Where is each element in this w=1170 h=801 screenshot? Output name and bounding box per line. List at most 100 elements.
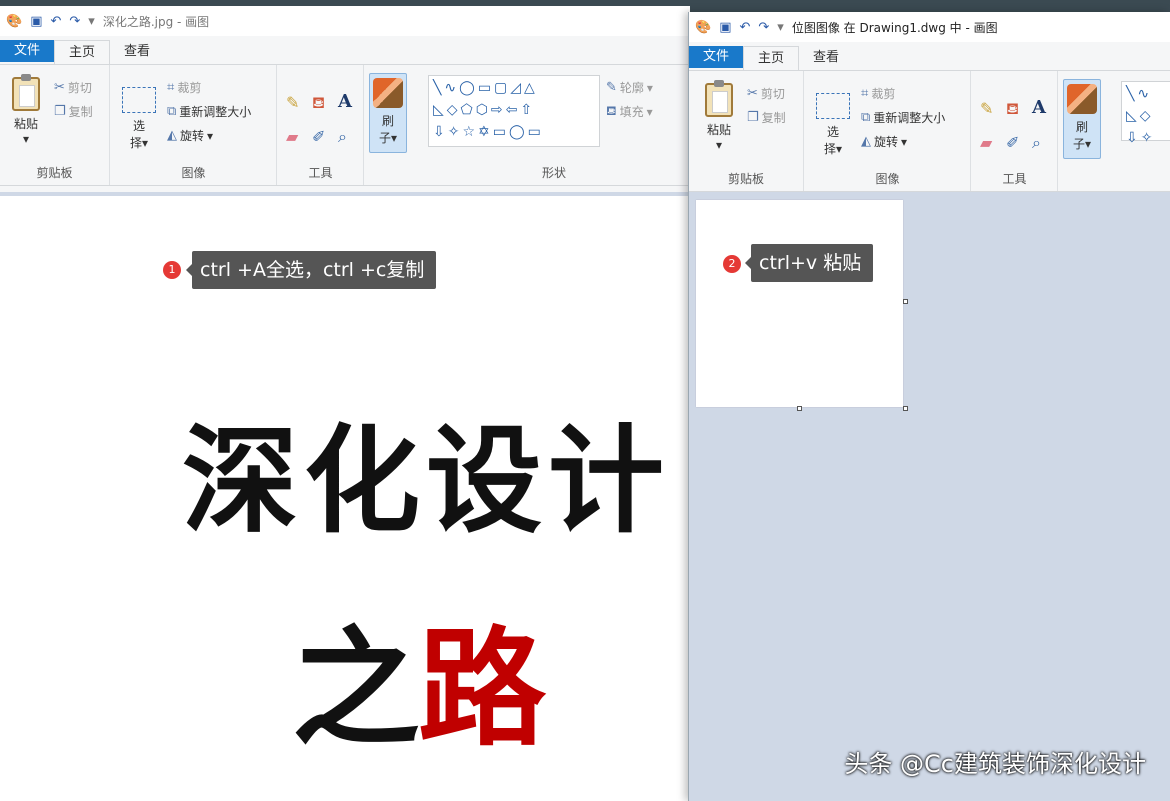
rotate-icon: ◭ — [167, 128, 177, 143]
select-icon — [816, 93, 850, 119]
customize-quick-access-icon[interactable]: ▾ — [777, 21, 784, 34]
redo-icon[interactable]: ↷ — [69, 15, 80, 28]
resize-icon: ⧉ — [167, 104, 177, 119]
crop-button[interactable]: ⌗ 裁剪 — [861, 85, 895, 102]
brush-icon — [1067, 84, 1097, 114]
brush-button[interactable]: 刷子▾ — [369, 73, 407, 153]
select-icon — [122, 87, 156, 113]
crop-button[interactable]: ⌗ 裁剪 — [167, 79, 201, 96]
rotate-button[interactable]: ◭ 旋转 ▾ — [861, 133, 907, 150]
pencil-icon[interactable]: ✎ — [980, 99, 993, 118]
magnifier-icon[interactable]: ⌕ — [338, 127, 347, 147]
brush-button[interactable]: 刷子▾ — [1063, 79, 1101, 159]
tab-file[interactable]: 文件 — [0, 40, 55, 62]
customize-quick-access-icon[interactable]: ▾ — [88, 15, 95, 28]
canvas-area: 2 ctrl+v 粘贴 — [689, 192, 1170, 801]
redo-icon[interactable]: ↷ — [758, 21, 769, 34]
fill-button[interactable]: ⛾ 填充 ▾ — [606, 103, 653, 120]
crop-icon: ⌗ — [167, 80, 175, 95]
resize-button[interactable]: ⧉ 重新调整大小 — [167, 103, 251, 120]
paste-button[interactable]: 粘贴 ▾ — [701, 80, 737, 152]
tab-view[interactable]: 查看 — [110, 40, 164, 64]
outline-button[interactable]: ✎ 轮廓 ▾ — [606, 79, 653, 96]
tab-view[interactable]: 查看 — [799, 46, 853, 70]
brush-label-bottom: 子 — [378, 131, 391, 145]
clipboard-group: 粘贴 ▾ ✂ 剪切 ❐ 复制 剪贴板 — [0, 65, 110, 185]
dropdown-arrow-icon: ▾ — [207, 128, 214, 143]
paint-window-target: 🎨 ▣ ↶ ↷ ▾ 位图图像 在 Drawing1.dwg 中 - 画图 文件 … — [688, 12, 1170, 801]
dropdown-arrow-icon: ▾ — [390, 131, 398, 145]
rotate-button[interactable]: ◭ 旋转 ▾ — [167, 127, 213, 144]
brush-group: 刷子▾ — [365, 65, 423, 185]
image-group-label: 图像 — [181, 166, 206, 180]
select-label-bottom: 择 — [823, 142, 836, 156]
eraser-icon[interactable]: ▰ — [980, 133, 992, 152]
copy-label: 复制 — [68, 105, 93, 119]
eraser-icon[interactable]: ▰ — [286, 127, 298, 146]
ribbon-tabs: 文件 主页 查看 — [0, 38, 690, 64]
image-group: 选择▾ ⌗ 裁剪 ⧉ 重新调整大小 ◭ 旋转 ▾ 图像 — [805, 71, 971, 191]
fill-bucket-icon[interactable]: ⛾ — [312, 93, 325, 114]
tab-home[interactable]: 主页 — [54, 40, 111, 64]
paint-app-icon[interactable]: 🎨 — [695, 21, 711, 34]
image-group-label: 图像 — [875, 172, 900, 186]
save-icon[interactable]: ▣ — [719, 21, 731, 34]
resize-handle-corner[interactable] — [903, 406, 908, 411]
resize-handle-right[interactable] — [903, 299, 908, 304]
dropdown-arrow-icon: ▾ — [646, 80, 653, 95]
tab-file[interactable]: 文件 — [689, 46, 744, 68]
tab-home[interactable]: 主页 — [743, 46, 800, 70]
shapes-gallery[interactable]: ╲∿◯▭▢◿△ ◺◇⬠⬡⇨⇦⇧ ⇩✧☆✡▭◯▭ — [428, 75, 600, 147]
canvas[interactable]: 深化设计 之 路 1 ctrl +A全选，ctrl +c复制 — [0, 192, 690, 801]
cut-button[interactable]: ✂ 剪切 — [54, 79, 92, 96]
dropdown-arrow-icon: ▾ — [835, 142, 843, 156]
shapes-gallery[interactable]: ╲∿ ◺◇ ⇩✧ — [1121, 81, 1170, 146]
pencil-icon[interactable]: ✎ — [286, 93, 299, 112]
select-button[interactable]: 选择▾ — [815, 93, 851, 157]
shapes-group-label: 形状 — [541, 166, 566, 180]
canvas-text-zhi: 之 — [292, 615, 421, 764]
text-tool-icon[interactable]: A — [338, 91, 352, 112]
resize-handle-bottom[interactable] — [797, 406, 802, 411]
copy-label: 复制 — [761, 111, 786, 125]
tools-group-label: 工具 — [308, 166, 333, 180]
brush-group: 刷子▾ — [1059, 71, 1117, 191]
copy-button[interactable]: ❐ 复制 — [747, 109, 786, 126]
brush-label-bottom: 子 — [1072, 137, 1085, 151]
fill-bucket-icon[interactable]: ⛾ — [1006, 99, 1019, 120]
clipboard-group-label: 剪贴板 — [36, 166, 73, 180]
paste-button[interactable]: 粘贴 ▾ — [8, 74, 44, 146]
shapes-row-2-icons: ◺◇⬠⬡⇨⇦⇧ — [433, 102, 536, 118]
shapes-row-2-icons: ◺◇ — [1126, 108, 1154, 124]
select-button[interactable]: 选择▾ — [121, 87, 157, 151]
canvas[interactable] — [696, 200, 903, 407]
undo-icon[interactable]: ↶ — [50, 15, 61, 28]
paint-window-source: 🎨 ▣ ↶ ↷ ▾ 深化之路.jpg - 画图 文件 主页 查看 粘贴 ▾ ✂ 剪切… — [0, 6, 690, 801]
fill-icon: ⛾ — [606, 104, 617, 119]
magnifier-icon[interactable]: ⌕ — [1032, 133, 1041, 153]
text-tool-icon[interactable]: A — [1032, 97, 1046, 118]
crop-label: 裁剪 — [871, 87, 896, 101]
color-picker-icon[interactable]: ✐ — [312, 127, 325, 146]
paint-app-icon[interactable]: 🎨 — [6, 15, 22, 28]
copy-button[interactable]: ❐ 复制 — [54, 103, 93, 120]
step-badge-2: 2 — [723, 255, 741, 273]
dropdown-arrow-icon: ▾ — [22, 132, 30, 146]
dropdown-arrow-icon: ▾ — [646, 104, 653, 119]
rotate-label: 旋转 — [180, 129, 205, 143]
clipboard-group: 粘贴 ▾ ✂ 剪切 ❐ 复制 剪贴板 — [689, 71, 804, 191]
annotation-step-1: ctrl +A全选，ctrl +c复制 — [185, 251, 437, 289]
title-bar: 🎨 ▣ ↶ ↷ ▾ 深化之路.jpg - 画图 — [0, 6, 690, 36]
resize-button[interactable]: ⧉ 重新调整大小 — [861, 109, 945, 126]
select-label-bottom: 择 — [129, 136, 142, 150]
outline-icon: ✎ — [606, 80, 617, 95]
clipboard-icon — [705, 80, 733, 117]
window-title: 深化之路.jpg - 画图 — [102, 14, 210, 29]
step-badge-1: 1 — [163, 261, 181, 279]
color-picker-icon[interactable]: ✐ — [1006, 133, 1019, 152]
clipboard-group-label: 剪贴板 — [727, 172, 764, 186]
undo-icon[interactable]: ↶ — [739, 21, 750, 34]
resize-icon: ⧉ — [861, 110, 871, 125]
cut-button[interactable]: ✂ 剪切 — [747, 85, 785, 102]
save-icon[interactable]: ▣ — [30, 15, 42, 28]
